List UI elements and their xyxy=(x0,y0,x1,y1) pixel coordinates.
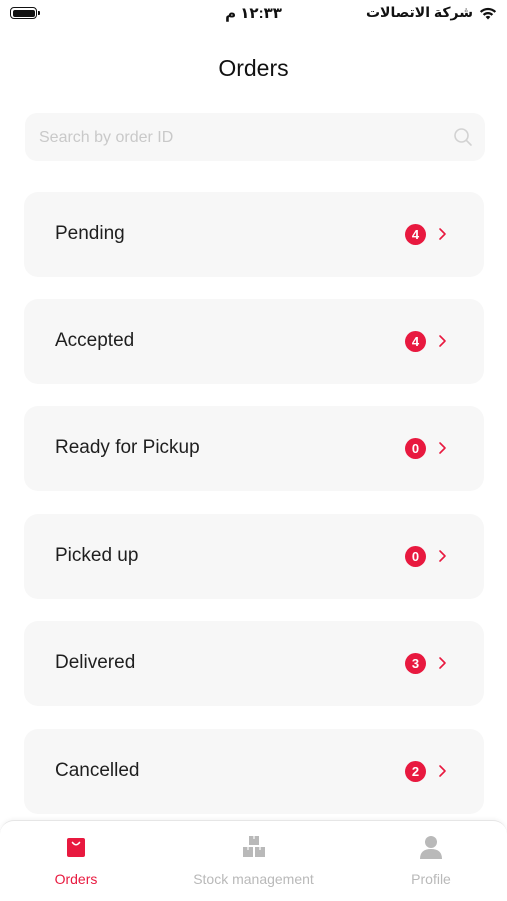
search-bar[interactable] xyxy=(25,113,485,163)
carrier-info: شركة الاتصالات xyxy=(366,4,497,21)
chevron-right-icon xyxy=(439,228,446,240)
count-badge: 2 xyxy=(405,761,426,782)
shopping-bag-icon xyxy=(67,838,85,857)
bottom-tab-bar: Orders Stock management Profile xyxy=(0,820,507,901)
order-status-label: Accepted xyxy=(55,330,135,351)
tab-stock-management[interactable]: Stock management xyxy=(152,821,355,901)
count-badge: 4 xyxy=(405,224,426,245)
chevron-right-icon xyxy=(439,335,446,347)
tab-orders[interactable]: Orders xyxy=(0,821,152,901)
tab-label: Profile xyxy=(411,871,451,887)
order-status-label: Cancelled xyxy=(55,760,140,781)
status-bar: ١٢:٣٣ م شركة الاتصالات xyxy=(0,0,507,30)
count-badge: 0 xyxy=(405,438,426,459)
tab-profile[interactable]: Profile xyxy=(355,821,507,901)
search-input[interactable] xyxy=(37,113,451,163)
order-status-picked-up[interactable]: Picked up 0 xyxy=(24,514,484,599)
order-status-ready-for-pickup[interactable]: Ready for Pickup 0 xyxy=(24,406,484,491)
chevron-right-icon xyxy=(439,657,446,669)
search-icon[interactable] xyxy=(453,127,473,147)
tab-label: Orders xyxy=(54,871,98,887)
order-status-label: Pending xyxy=(55,223,125,244)
order-status-label: Delivered xyxy=(55,652,136,673)
person-icon xyxy=(420,836,442,859)
order-status-accepted[interactable]: Accepted 4 xyxy=(24,299,484,384)
chevron-right-icon xyxy=(439,765,446,777)
tab-label: Stock management xyxy=(193,871,314,887)
count-badge: 0 xyxy=(405,546,426,567)
order-status-label: Ready for Pickup xyxy=(55,437,200,458)
carrier-name: شركة الاتصالات xyxy=(365,4,473,20)
chevron-right-icon xyxy=(439,550,446,562)
boxes-icon xyxy=(242,836,265,857)
count-badge: 4 xyxy=(405,331,426,352)
order-status-delivered[interactable]: Delivered 3 xyxy=(24,621,484,706)
order-status-pending[interactable]: Pending 4 xyxy=(24,192,484,277)
order-status-label: Picked up xyxy=(55,545,139,566)
count-badge: 3 xyxy=(405,653,426,674)
page-title: Orders xyxy=(218,55,289,81)
chevron-right-icon xyxy=(439,442,446,454)
wifi-icon xyxy=(479,7,497,19)
order-status-cancelled[interactable]: Cancelled 2 xyxy=(24,729,484,814)
